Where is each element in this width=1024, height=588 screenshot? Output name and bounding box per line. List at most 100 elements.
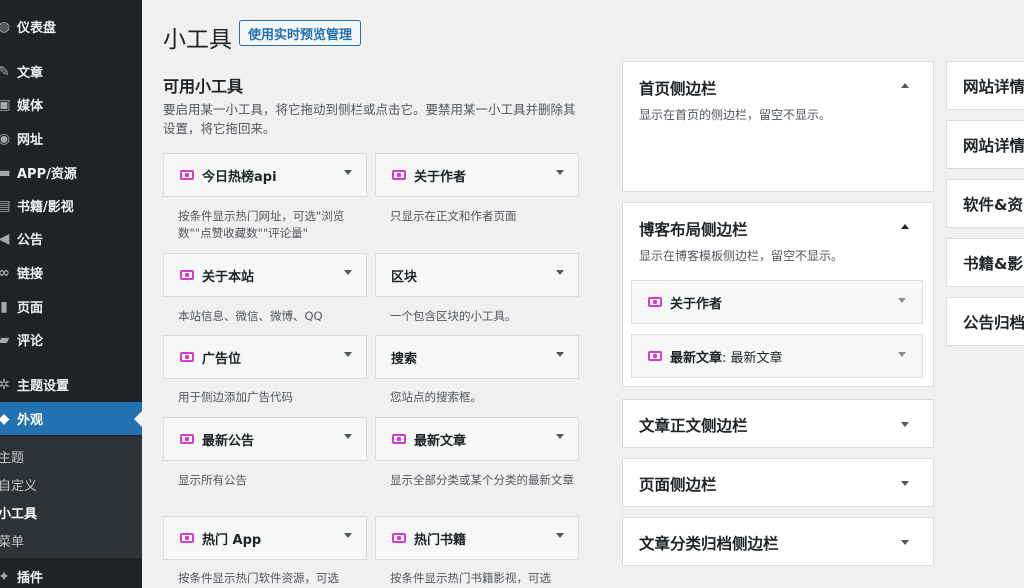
area-page-sidebar[interactable]: 页面侧边栏 [622,458,934,507]
menu-plugins[interactable]: ✦ 插件 [0,560,142,588]
area-archive-sidebar[interactable]: 文章分类归档侧边栏 [622,517,934,566]
widget-desc: 按条件显示热门软件资源，可选 [178,571,339,585]
pin-icon: ✎ [0,63,10,80]
widget-about-author[interactable]: 关于作者 [375,153,579,197]
comment-icon: ▰ [0,331,10,348]
chevron-down-icon[interactable] [344,170,352,175]
widget-desc: 显示全部分类或某个分类的最新文章 [390,473,574,487]
chevron-down-icon[interactable] [556,270,564,275]
globe-icon: ◉ [0,130,11,147]
menu-bulletins[interactable]: ◀ 公告 [0,222,142,255]
menu-books[interactable]: ▤ 书籍/影视 [0,189,142,222]
widget-desc: 您站点的搜索框。 [390,390,482,404]
area-title[interactable]: 文章正文侧边栏 [639,414,748,436]
chevron-down-icon[interactable] [556,434,564,439]
chevron-down-icon[interactable] [901,422,909,427]
menu-theme-settings[interactable]: ✲ 主题设置 [0,368,142,401]
plugin-icon: ✦ [0,568,10,585]
menu-media[interactable]: ▣ 媒体 [0,88,142,121]
widget-desc: 按条件显示热门网址，可选"浏览数""点赞收藏数""评论量" [178,209,345,240]
brush-icon: ◆ [0,410,10,427]
widget-desc: 本站信息、微信、微博、QQ [178,309,323,323]
submenu-customize[interactable]: 自定义 [0,475,37,494]
widget-ad-slot[interactable]: 广告位 [163,335,367,379]
submenu-widgets[interactable]: 小工具 [0,503,37,522]
widget-icon [392,170,406,180]
appearance-submenu: 主题 自定义 小工具 菜单 [0,436,142,558]
page-title: 小工具 [163,27,232,53]
area-blog-sidebar: 博客布局侧边栏 显示在博客模板侧边栏，留空不显示。 关于作者 最新文章: 最新文… [622,202,934,387]
widget-icon [648,297,662,307]
submenu-themes[interactable]: 主题 [0,447,24,466]
area-desc: 显示在博客模板侧边栏，留空不显示。 [639,249,844,263]
area-title[interactable]: 首页侧边栏 [639,77,717,99]
menu-pages[interactable]: ▮ 页面 [0,290,142,323]
widget-hot-list-api[interactable]: 今日热榜api [163,153,367,197]
area-title[interactable]: 页面侧边栏 [639,473,717,495]
chevron-down-icon[interactable] [556,533,564,538]
widget-icon [180,533,194,543]
chevron-down-icon[interactable] [344,434,352,439]
available-widgets-title: 可用小工具 [163,77,244,96]
area-home-sidebar: 首页侧边栏 显示在首页的侧边栏，留空不显示。 [622,61,934,192]
widget-icon [648,351,662,361]
menu-apps[interactable]: ▬ APP/资源 [0,156,142,189]
chevron-down-icon[interactable] [901,540,909,545]
chevron-up-icon[interactable] [901,83,909,88]
menu-comments[interactable]: ▰ 评论 [0,323,142,356]
widget-icon [392,434,406,444]
area-widget-latest-posts[interactable]: 最新文章: 最新文章 [631,334,923,378]
menu-appearance[interactable]: ◆ 外观 [0,402,142,435]
area-books[interactable]: 书籍&影 [946,238,1024,287]
widget-icon [392,533,406,543]
chevron-down-icon[interactable] [344,352,352,357]
live-preview-manage-button[interactable]: 使用实时预览管理 [239,20,362,46]
area-software[interactable]: 软件&资 [946,179,1024,228]
megaphone-icon: ◀ [0,230,10,247]
widget-latest-bulletins[interactable]: 最新公告 [163,417,367,461]
widget-hot-books[interactable]: 热门书籍 [375,516,579,560]
area-title[interactable]: 博客布局侧边栏 [639,218,748,240]
chevron-down-icon[interactable] [344,270,352,275]
link-icon: ∞ [0,264,10,281]
admin-sidebar: ◍ 仪表盘 ✎ 文章 ▣ 媒体 ◉ 网址 ▬ APP/资源 ▤ 书籍/影视 ◀ 公告 ∞ 链接 … [0,0,142,588]
area-bulletin-archive[interactable]: 公告归档 [946,297,1024,346]
menu-sites[interactable]: ◉ 网址 [0,122,142,155]
media-icon: ▣ [0,96,11,113]
widget-icon [180,270,194,280]
widget-about-site[interactable]: 关于本站 [163,253,367,297]
widget-icon [180,352,194,362]
widget-desc: 只显示在正文和作者页面 [390,209,517,223]
area-widget-about-author[interactable]: 关于作者 [631,280,923,324]
menu-links[interactable]: ∞ 链接 [0,256,142,289]
widget-desc: 显示所有公告 [178,473,247,487]
page-icon: ▮ [0,298,8,315]
widget-search[interactable]: 搜索 [375,335,579,379]
chevron-down-icon[interactable] [898,298,906,303]
app-icon: ▬ [0,164,11,181]
chevron-down-icon[interactable] [344,533,352,538]
widget-desc: 按条件显示热门书籍影视，可选 [390,571,551,585]
chevron-down-icon[interactable] [556,170,564,175]
area-post-sidebar[interactable]: 文章正文侧边栏 [622,399,934,448]
chevron-down-icon[interactable] [901,481,909,486]
widget-desc: 一个包含区块的小工具。 [390,309,517,323]
dashboard-icon: ◍ [0,18,11,35]
chevron-down-icon[interactable] [898,352,906,357]
available-widgets-desc: 要启用某一小工具，将它拖动到侧栏或点击它。要禁用某一小工具并删除其设置，将它拖回… [163,102,576,136]
area-site-details-1[interactable]: 网站详情 [946,61,1024,110]
widget-hot-apps[interactable]: 热门 App [163,516,367,560]
chevron-up-icon[interactable] [901,224,909,229]
area-title[interactable]: 文章分类归档侧边栏 [639,532,779,554]
widget-icon [180,170,194,180]
menu-dashboard[interactable]: ◍ 仪表盘 [0,10,142,43]
menu-posts[interactable]: ✎ 文章 [0,55,142,88]
submenu-menus[interactable]: 菜单 [0,531,24,550]
area-desc: 显示在首页的侧边栏，留空不显示。 [639,108,832,122]
chevron-down-icon[interactable] [556,352,564,357]
widget-block[interactable]: 区块 [375,253,579,297]
widget-latest-posts[interactable]: 最新文章 [375,417,579,461]
area-site-details-2[interactable]: 网站详情 [946,120,1024,169]
widget-desc: 用于侧边添加广告代码 [178,390,293,404]
widget-icon [180,434,194,444]
